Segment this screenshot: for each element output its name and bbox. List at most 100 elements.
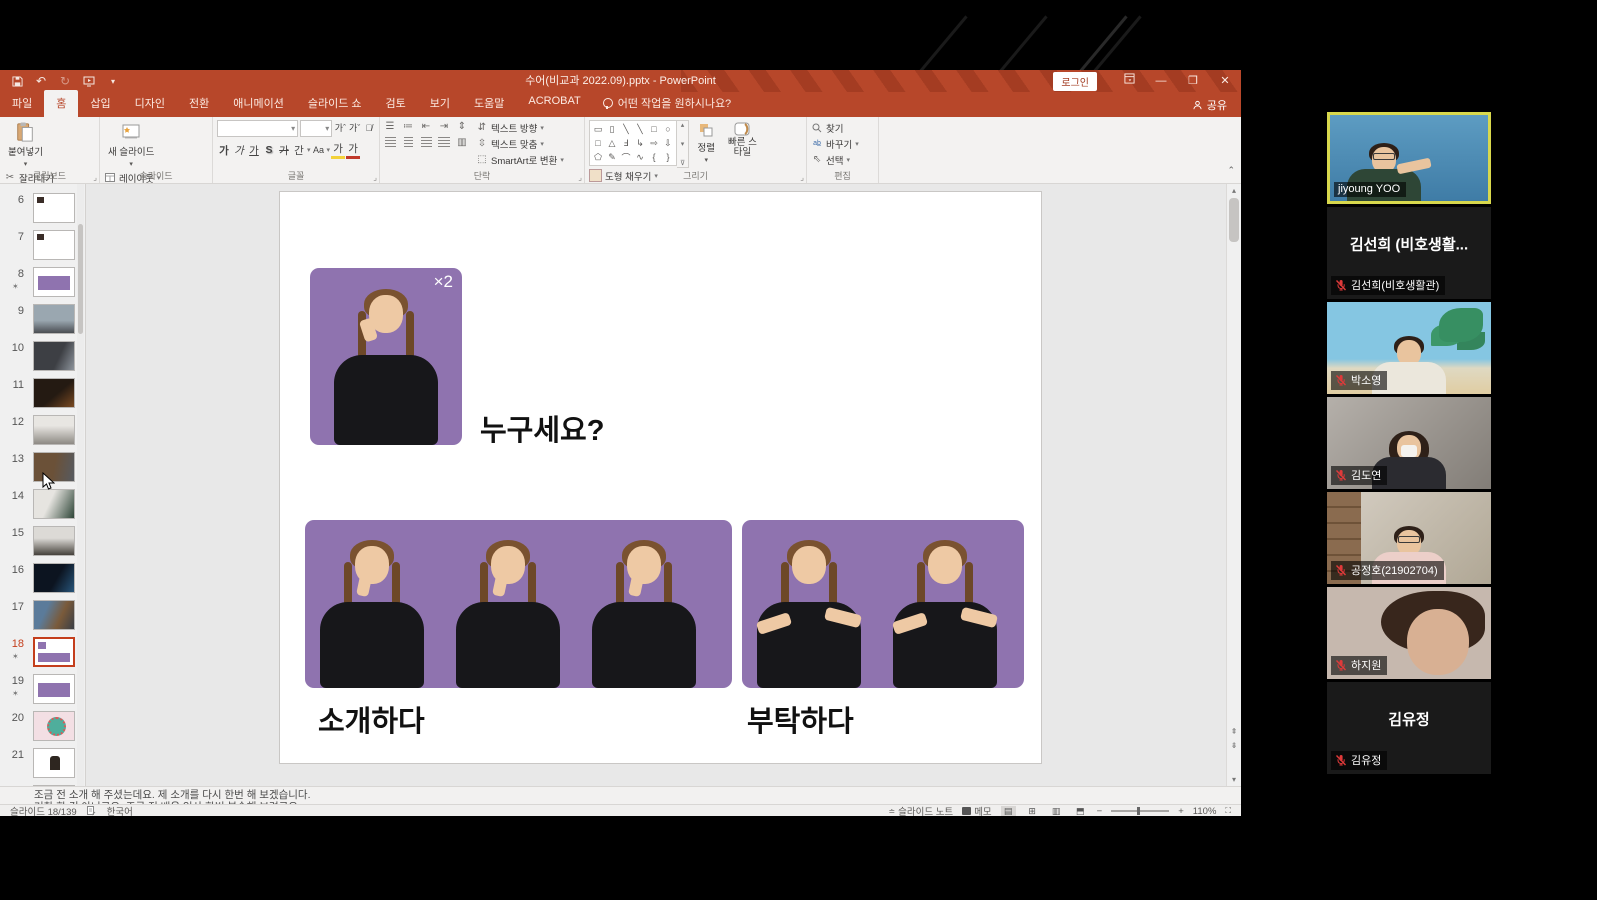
- zoom-slider[interactable]: [1111, 810, 1169, 812]
- thumbnail-image[interactable]: [33, 230, 75, 260]
- font-color-button[interactable]: 가: [346, 141, 360, 159]
- shape-glyph[interactable]: }: [661, 150, 675, 164]
- shape-glyph[interactable]: ╲: [633, 122, 647, 136]
- shape-glyph[interactable]: Ⅎ: [619, 136, 633, 150]
- slide-thumbnail-6[interactable]: 6: [0, 191, 85, 228]
- thumbnail-image[interactable]: [33, 341, 75, 371]
- outdent-icon[interactable]: ⇤: [420, 120, 432, 132]
- dialog-launcher-icon[interactable]: ⌟: [578, 173, 582, 182]
- tab-애니메이션[interactable]: 애니메이션: [221, 90, 296, 117]
- qat-customize-icon[interactable]: ▾: [106, 74, 120, 88]
- slide-thumbnail-14[interactable]: 14: [0, 487, 85, 524]
- thumbnail-image[interactable]: [33, 415, 75, 445]
- tab-전환[interactable]: 전환: [177, 90, 221, 117]
- participant-tile-김유정[interactable]: 김유정김유정: [1327, 682, 1491, 774]
- slide-scrollbar[interactable]: ▴ ⇞ ⇟ ▾: [1226, 184, 1241, 786]
- participant-tile-박소영[interactable]: 박소영: [1327, 302, 1491, 394]
- find-button[interactable]: 찾기: [811, 120, 859, 135]
- tab-파일[interactable]: 파일: [0, 90, 44, 117]
- thumbnail-image[interactable]: [33, 267, 75, 297]
- scrollbar-thumb[interactable]: [1229, 198, 1239, 242]
- slide-thumbnail-19[interactable]: 19✶: [0, 672, 85, 709]
- text-shadow-button[interactable]: S: [262, 143, 276, 158]
- tab-디자인[interactable]: 디자인: [123, 90, 177, 117]
- thumbnail-image[interactable]: [33, 600, 75, 630]
- participant-tile-김도연[interactable]: 김도연: [1327, 397, 1491, 489]
- thumbnail-scrollbar[interactable]: [77, 184, 84, 786]
- character-spacing-button[interactable]: 간: [292, 143, 306, 158]
- slide-thumbnail-21[interactable]: 21: [0, 746, 85, 783]
- font-size-combo[interactable]: ▾: [300, 120, 332, 137]
- tab-ACROBAT[interactable]: ACROBAT: [516, 90, 592, 117]
- shapes-gallery-scroll[interactable]: ▴▾⊽: [677, 120, 689, 168]
- indent-icon[interactable]: ⇥: [438, 120, 450, 132]
- shape-glyph[interactable]: ▭: [591, 122, 605, 136]
- slideshow-icon[interactable]: [82, 74, 96, 88]
- shape-glyph[interactable]: ╲: [619, 122, 633, 136]
- participant-tile-하지원[interactable]: 하지원: [1327, 587, 1491, 679]
- minimize-button[interactable]: —: [1145, 70, 1177, 92]
- align-text-button[interactable]: ⇳텍스트 맞춤▾: [476, 136, 564, 151]
- thumbnail-image[interactable]: [33, 748, 75, 778]
- align-left-icon[interactable]: [384, 136, 396, 148]
- italic-button[interactable]: 가: [232, 143, 246, 158]
- shape-glyph[interactable]: ∿: [633, 150, 647, 164]
- undo-icon[interactable]: ↶: [34, 74, 48, 88]
- caption-introduce[interactable]: 소개하다: [318, 698, 425, 740]
- sign-image-introduce[interactable]: [305, 520, 732, 688]
- tab-검토[interactable]: 검토: [374, 90, 418, 117]
- smartart-button[interactable]: ⬚SmartArt로 변환▾: [476, 152, 564, 167]
- shape-glyph[interactable]: ○: [661, 122, 675, 136]
- tab-슬라이드 쇼[interactable]: 슬라이드 쇼: [296, 90, 374, 117]
- justify-icon[interactable]: [438, 136, 450, 148]
- notes-toggle[interactable]: ≐슬라이드 노트: [888, 804, 953, 816]
- save-icon[interactable]: [10, 74, 24, 88]
- tell-me-box[interactable]: 어떤 작업을 원하시나요?: [593, 90, 741, 117]
- scroll-up-icon[interactable]: ▴: [1227, 186, 1241, 195]
- bullets-icon[interactable]: ☰: [384, 120, 396, 132]
- zoom-level[interactable]: 110%: [1193, 806, 1217, 817]
- participant-tile-공정호(21902704)[interactable]: 공정호(21902704): [1327, 492, 1491, 584]
- slide-sorter-view-button[interactable]: ⊞: [1025, 806, 1040, 817]
- slide-thumbnail-7[interactable]: 7: [0, 228, 85, 265]
- slide-thumbnail-11[interactable]: 11: [0, 376, 85, 413]
- new-slide-button[interactable]: 새 슬라이드▾: [104, 120, 158, 170]
- thumbnail-image[interactable]: [33, 193, 75, 223]
- reading-view-button[interactable]: ▥: [1049, 806, 1064, 817]
- redo-icon[interactable]: ↻: [58, 74, 72, 88]
- slide-thumbnail-10[interactable]: 10: [0, 339, 85, 376]
- shape-glyph[interactable]: □: [591, 136, 605, 150]
- thumbnail-image[interactable]: [33, 526, 75, 556]
- replace-button[interactable]: ab̲바꾸기▾: [811, 136, 859, 151]
- share-button[interactable]: 공유: [1192, 97, 1227, 113]
- change-case-button[interactable]: Aa: [312, 143, 326, 158]
- previous-slide-icon[interactable]: ⇞: [1227, 727, 1241, 736]
- zoom-out-icon[interactable]: −: [1097, 806, 1103, 817]
- scroll-down-icon[interactable]: ▾: [1227, 775, 1241, 784]
- underline-button[interactable]: 가: [247, 143, 261, 158]
- dialog-launcher-icon[interactable]: ⌟: [373, 173, 377, 182]
- login-button[interactable]: 로그인: [1053, 72, 1097, 91]
- strikethrough-button[interactable]: 가: [277, 143, 291, 158]
- columns-icon[interactable]: ▥: [456, 136, 468, 148]
- thumbnail-image[interactable]: [33, 563, 75, 593]
- memo-toggle[interactable]: 메모: [962, 804, 991, 816]
- normal-view-button[interactable]: ▤: [1001, 806, 1016, 817]
- shrink-font-button[interactable]: 가ˇ: [349, 120, 361, 135]
- dialog-launcher-icon[interactable]: ⌟: [93, 173, 97, 182]
- shape-glyph[interactable]: ⇨: [647, 136, 661, 150]
- restore-button[interactable]: ❐: [1177, 70, 1209, 92]
- sign-image-top[interactable]: ×2: [310, 268, 462, 445]
- spellcheck-icon[interactable]: [87, 806, 97, 816]
- slide-thumbnail-12[interactable]: 12: [0, 413, 85, 450]
- slide-thumbnail-16[interactable]: 16: [0, 561, 85, 598]
- thumbnail-image[interactable]: [33, 674, 75, 704]
- tab-홈[interactable]: 홈: [44, 90, 78, 117]
- notes-pane[interactable]: 조금 전 소개 해 주셨는데요. 제 소개를 다시 한번 해 보겠습니다. 거창…: [0, 786, 1241, 804]
- slide-thumbnail-20[interactable]: 20: [0, 709, 85, 746]
- slide-question-text[interactable]: 누구세요?: [480, 407, 604, 449]
- align-center-icon[interactable]: [402, 136, 414, 148]
- participant-tile-jiyoung YOO[interactable]: jiyoung YOO: [1327, 112, 1491, 204]
- numbering-icon[interactable]: ≔: [402, 120, 414, 132]
- slide-thumbnail-9[interactable]: 9: [0, 302, 85, 339]
